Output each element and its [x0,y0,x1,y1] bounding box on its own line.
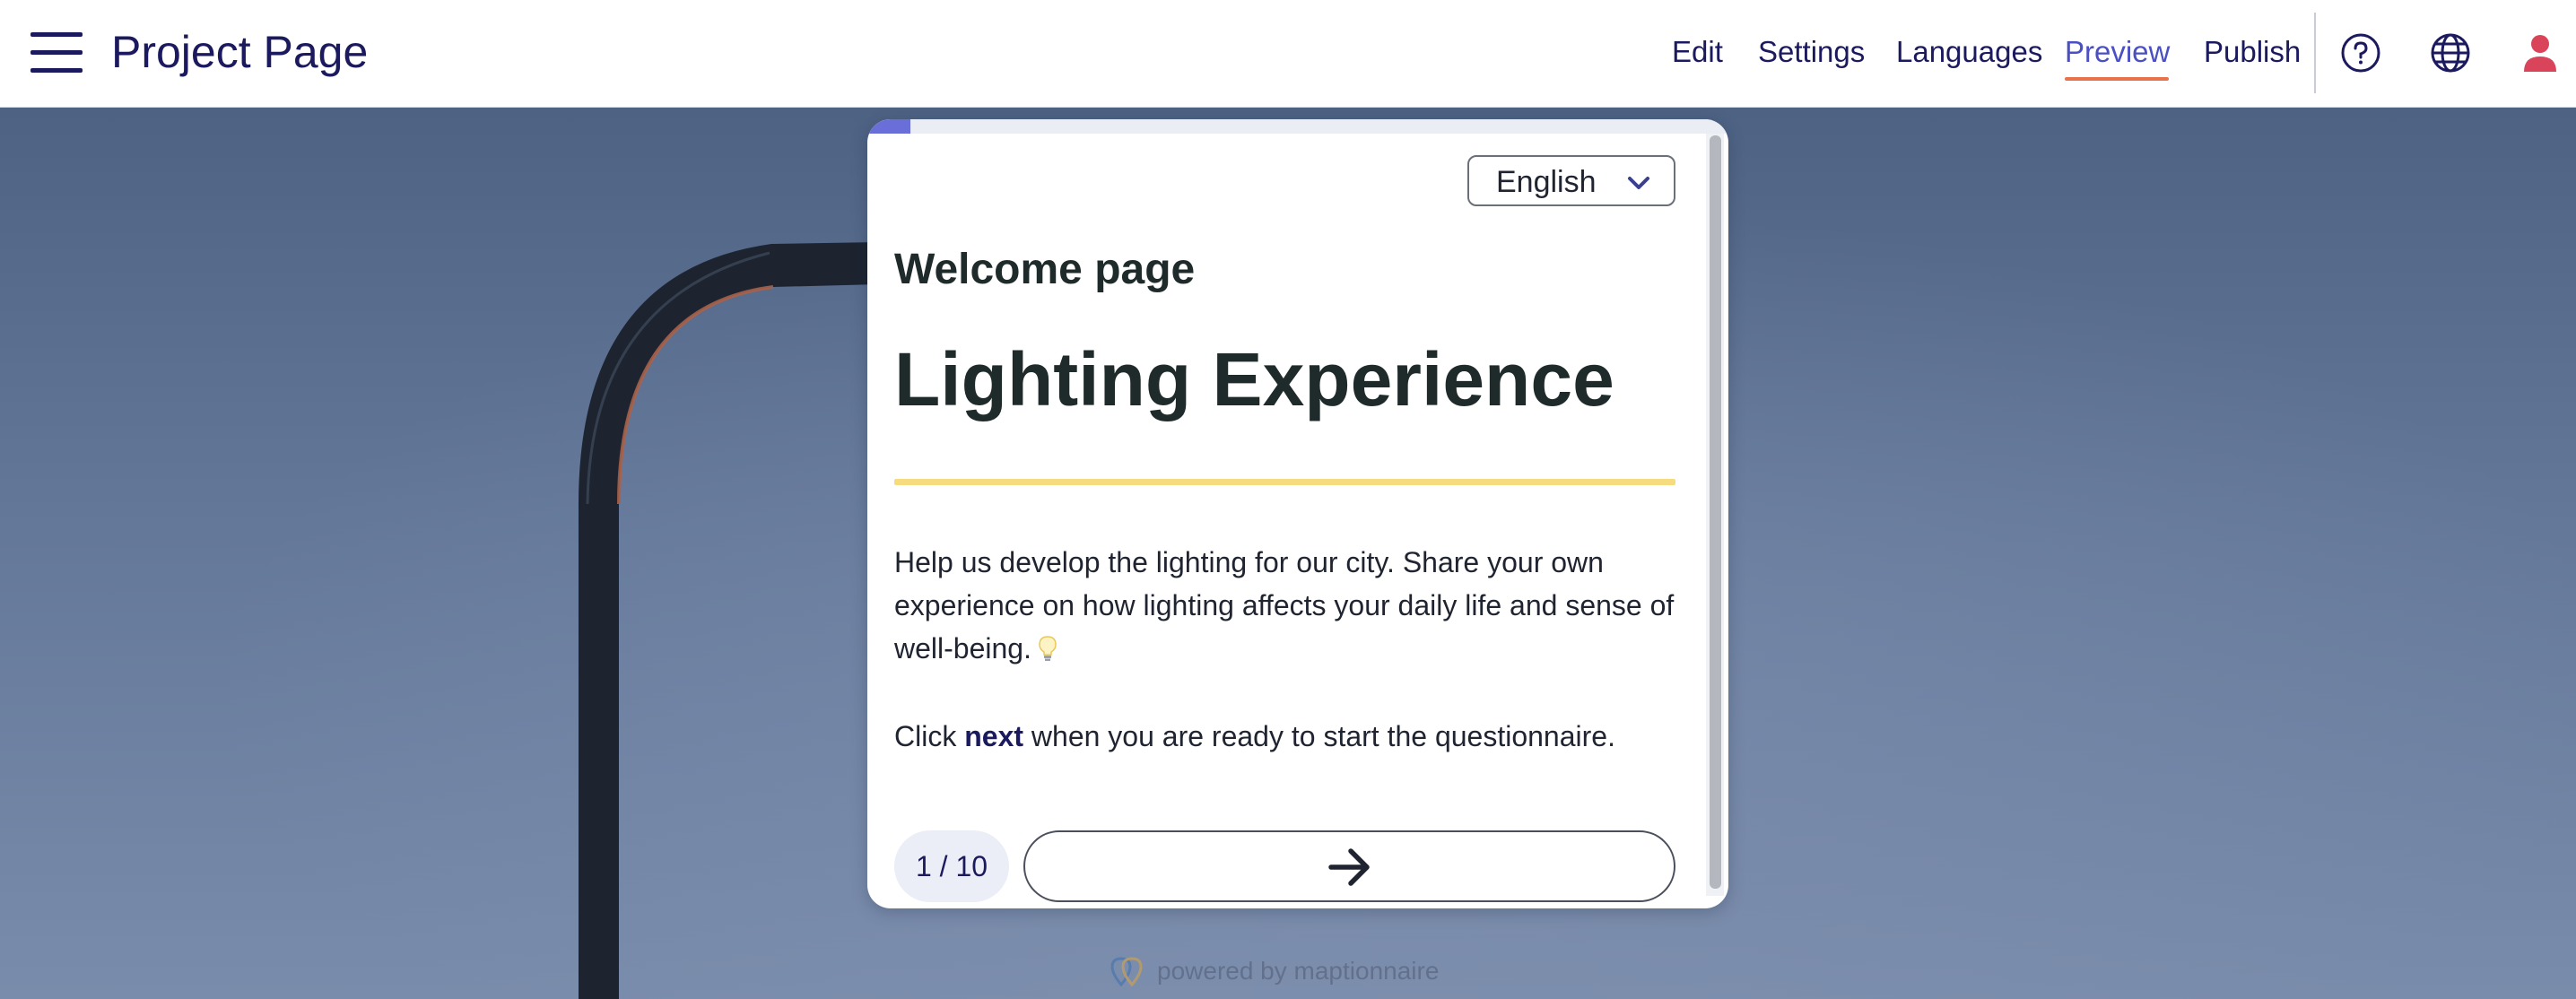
globe-icon[interactable] [2430,32,2471,74]
arrow-right-icon [1328,848,1370,886]
start-instruction: Click next when you are ready to start t… [894,715,1684,758]
language-select-value: English [1496,165,1597,199]
scrollbar-thumb[interactable] [1710,135,1721,889]
maptionnaire-logo-icon [1110,957,1143,986]
menu-icon[interactable] [30,30,83,75]
survey-card: English Welcome page Lighting Experience… [867,119,1728,908]
nav-settings[interactable]: Settings [1758,32,1865,72]
nav-publish[interactable]: Publish [2204,32,2301,72]
progress-bar [867,119,910,134]
title-divider [894,479,1675,485]
nav-languages[interactable]: Languages [1896,32,2042,72]
help-icon[interactable] [2340,32,2381,74]
nav-preview[interactable]: Preview [2065,32,2170,72]
user-icon[interactable] [2519,32,2561,74]
lamp-post-image [579,242,879,999]
survey-title: Lighting Experience [894,337,1614,421]
progress-track [867,119,1728,134]
instruction-keyword: next [964,720,1024,752]
lightbulb-icon [1039,636,1057,661]
instruction-suffix: when you are ready to start the question… [1031,720,1615,752]
page-heading: Welcome page [894,246,1196,293]
top-navigation-bar: Project Page Edit Settings Languages Pre… [0,0,2576,108]
nav-divider [2314,13,2316,93]
page-counter: 1 / 10 [894,830,1009,902]
intro-text-body: Help us develop the lighting for our cit… [894,546,1675,665]
chevron-down-icon [1628,177,1649,189]
powered-by: powered by maptionnaire [1109,956,1439,986]
nav-edit[interactable]: Edit [1672,32,1723,72]
page-title: Project Page [111,27,369,77]
active-nav-indicator [2065,77,2169,81]
next-button[interactable] [1023,830,1675,902]
instruction-prefix: Click [894,720,957,752]
powered-by-text: powered by maptionnaire [1157,957,1440,985]
intro-text: Help us develop the lighting for our cit… [894,541,1684,670]
language-select[interactable]: English [1467,155,1675,206]
